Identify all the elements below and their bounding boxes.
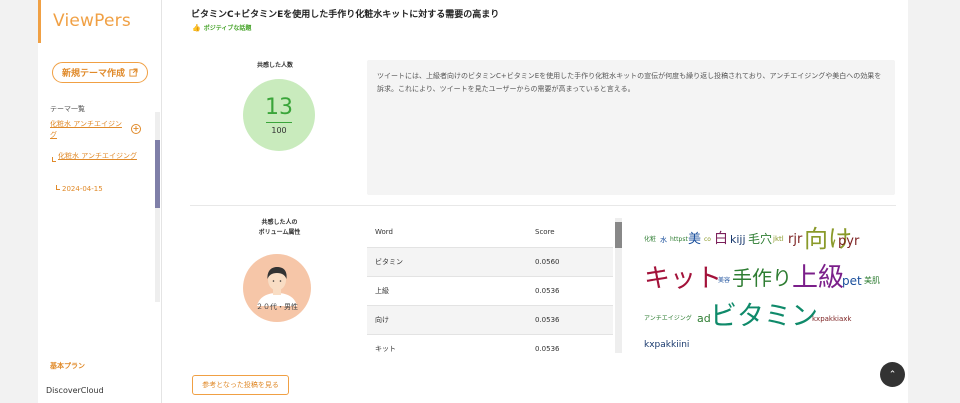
thumbs-up-icon: 👍 [192, 23, 201, 32]
word-cloud-term: 美肌 [864, 276, 880, 285]
word-cloud-term: アンチエイジング [644, 315, 692, 322]
table-scrollbar-thumb[interactable] [615, 222, 622, 248]
column-header-score: Score [535, 228, 555, 236]
chevron-up-icon: ⌃ [888, 369, 897, 380]
table-cell-score: 0.0536 [535, 345, 560, 353]
new-theme-label: 新規テーマ作成 [61, 69, 125, 79]
table-row: ビタミン 0.0560 [367, 248, 613, 277]
sidebar: ViewPers 新規テーマ作成 テーマ一覧 化粧水 アンチエイジング + 化粧… [38, 0, 162, 403]
word-cloud-term: ad [697, 312, 711, 325]
tree-branch-icon [52, 157, 56, 162]
attribute-label-text: 共感した人の ボリューム属性 [258, 219, 301, 236]
table-header: Word Score [367, 218, 613, 248]
app-logo[interactable]: ViewPers [53, 11, 131, 31]
plan-label: 基本プラン [50, 362, 85, 370]
table-cell-word: 向け [375, 316, 389, 324]
tree-branch-icon [56, 185, 60, 190]
external-link-icon [129, 68, 138, 77]
word-cloud-term: kijj [730, 233, 746, 246]
word-cloud-term: pet [842, 274, 862, 288]
word-cloud-term: 白 [714, 231, 728, 247]
word-cloud-term: kxpakkiini [644, 340, 690, 350]
logo-accent-bar [38, 0, 41, 43]
sidebar-scrollbar-thumb[interactable] [155, 140, 160, 208]
sidebar-item-theme[interactable]: 化粧水 アンチエイジング [50, 119, 128, 141]
column-header-word: Word [375, 228, 393, 236]
table-cell-score: 0.0536 [535, 316, 560, 324]
word-cloud-term: ビタミン [710, 301, 818, 332]
word-cloud-term: キット [644, 264, 723, 294]
word-cloud-term: 水 [660, 236, 667, 244]
word-cloud-term: 化粧 [644, 236, 657, 243]
scroll-to-top-button[interactable]: ⌃ [880, 362, 905, 387]
fraction-divider [266, 122, 292, 123]
word-cloud-term: rjr [788, 232, 803, 247]
table-row: 向け 0.0536 [367, 306, 613, 335]
summary-text: ツイートには、上級者向けのビタミンC+ビタミンEを使用した手作り化粧水キットの宣… [377, 72, 882, 93]
attribute-label: 共感した人の ボリューム属性 [242, 218, 317, 238]
empathy-total: 100 [271, 126, 287, 135]
demographic-label: ２０代・男性 [256, 303, 298, 311]
theme-list-label: テーマ一覧 [50, 105, 85, 113]
add-icon[interactable]: + [131, 124, 141, 134]
summary-box: ツイートには、上級者向けのビタミンC+ビタミンEを使用した手作り化粧水キットの宣… [367, 60, 895, 195]
word-score-table[interactable]: Word Score ビタミン 0.0560 上級 0.0536 向け 0.05… [367, 218, 623, 353]
empathy-count: 13 [265, 95, 293, 120]
topic-title: ビタミンC+ビタミンEを使用した手作り化粧水キットに対する需要の高まり [191, 10, 500, 20]
word-cloud-term: pyr [838, 234, 860, 249]
empathy-label: 共感した人数 [257, 62, 294, 69]
table-row: キット 0.0536 [367, 335, 613, 353]
word-cloud-term: 上級 [792, 263, 845, 293]
sentiment-label: ポジティブな話題 [203, 25, 252, 32]
empathy-circle: 13 100 [243, 79, 315, 151]
word-cloud-term: httpst [670, 236, 688, 243]
sidebar-item-subtheme[interactable]: 化粧水 アンチエイジング [58, 151, 138, 162]
word-cloud-term: 美 [688, 232, 702, 247]
brand-logo: DiscoverCloud [46, 386, 104, 395]
table-cell-word: ビタミン [375, 258, 403, 266]
word-cloud-term: co [704, 236, 711, 243]
view-reference-posts-button[interactable]: 参考となった投稿を見る [192, 375, 289, 395]
table-cell-word: 上級 [375, 287, 389, 295]
sidebar-item-date[interactable]: 2024-04-15 [62, 185, 103, 193]
word-cloud-term: 美容 [718, 277, 731, 284]
new-theme-button[interactable]: 新規テーマ作成 [52, 62, 148, 83]
sentiment-badge: 👍 ポジティブな話題 [192, 23, 252, 33]
main-panel: ビタミンC+ビタミンEを使用した手作り化粧水キットに対する需要の高まり 👍 ポジ… [162, 0, 908, 403]
table-cell-score: 0.0560 [535, 258, 560, 266]
word-cloud-term: jktl [773, 235, 784, 243]
table-row: 上級 0.0536 [367, 277, 613, 306]
word-cloud: 化粧水 httpst 美 co 白 kijj 毛穴 jktl rjr 向け pyr キット 美容 手作り上… [644, 220, 896, 360]
word-cloud-term: 毛穴 [748, 232, 773, 246]
section-divider [190, 205, 896, 206]
table-cell-score: 0.0536 [535, 287, 560, 295]
word-cloud-term: 手作り [732, 266, 792, 290]
table-cell-word: キット [375, 345, 396, 353]
app-root: ViewPers 新規テーマ作成 テーマ一覧 化粧水 アンチエイジング + 化粧… [0, 0, 960, 403]
word-cloud-term: kxpakkiaxk [812, 315, 852, 323]
